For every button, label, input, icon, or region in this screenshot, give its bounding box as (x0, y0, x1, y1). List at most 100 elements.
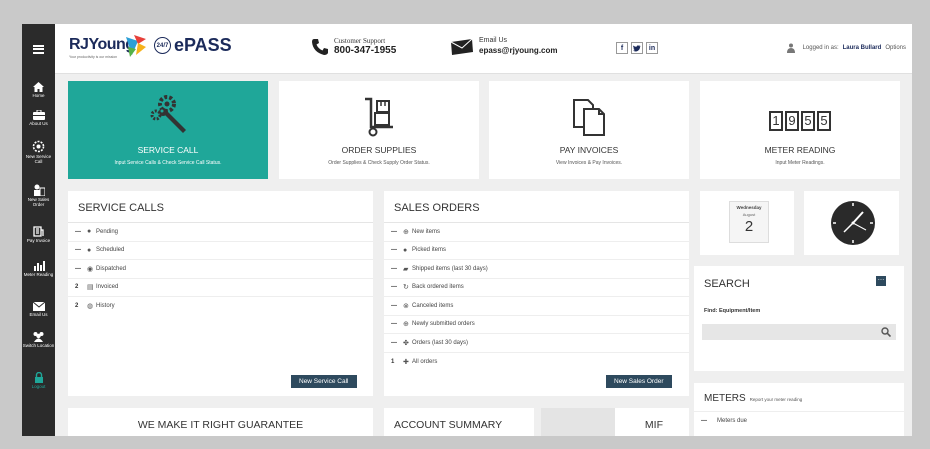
invoice-icon: ▤ (87, 284, 94, 292)
lock-icon (34, 372, 43, 383)
scheduled-icon: ● (87, 246, 92, 254)
meters-title: METERS (704, 393, 746, 404)
menu-toggle-button[interactable] (22, 24, 55, 74)
linkedin-icon[interactable]: in (646, 42, 658, 54)
tile-subtitle: Order Supplies & Check Supply Order Stat… (328, 160, 430, 166)
list-item[interactable]: — ⊕ New items (384, 223, 689, 242)
list-item[interactable]: — ↻ Back ordered items (384, 279, 689, 297)
history-icon: ◍ (87, 303, 94, 311)
facebook-icon[interactable]: f (616, 42, 628, 54)
list-item[interactable]: — ◉ Dispatched (68, 260, 373, 279)
tile-meter-reading[interactable]: 1 9 5 5 METER READING Input Meter Readin… (700, 81, 900, 179)
user-info: Logged in as: Laura Bullard Options (786, 43, 906, 53)
back-order-icon: ↻ (403, 284, 409, 292)
list-item[interactable]: — ● Picked items (384, 242, 689, 260)
logged-in-label: Logged in as: (802, 45, 839, 51)
service-calls-panel: SERVICE CALLS — ● Pending — ● Scheduled — ◉ Di… (68, 191, 373, 396)
list-item[interactable]: 2 ◍ History (68, 297, 373, 316)
list-item[interactable]: — ⊕ Newly submitted orders (384, 316, 689, 334)
support-phone[interactable]: 800-347-1955 (334, 45, 396, 56)
home-icon (33, 82, 44, 92)
check-circle-icon: ● (403, 246, 408, 254)
row-label: Newly submitted orders (412, 321, 475, 328)
calendar-day: 2 (744, 218, 754, 235)
sidebar-item-logout[interactable]: Logout (22, 372, 55, 389)
canceled-icon: ⊗ (403, 302, 409, 310)
email-label: Email Us (479, 37, 508, 44)
twitter-bird-icon (633, 44, 641, 51)
calendar-weekday: Wednesday (736, 205, 762, 210)
briefcase-icon (32, 110, 45, 120)
row-label: Dispatched (96, 265, 127, 272)
support-label: Customer Support (334, 37, 386, 45)
list-item[interactable]: 2 ▤ Invoiced (68, 279, 373, 297)
panel-title: SALES ORDERS (384, 191, 689, 223)
tile-title: SERVICE CALL (137, 145, 199, 155)
list-item[interactable]: — ✤ Orders (last 30 days) (384, 334, 689, 353)
sidebar-item-home[interactable]: Home (22, 82, 55, 98)
dispatched-icon: ◉ (87, 265, 94, 273)
row-count: 1 (391, 358, 395, 365)
guarantee-panel: WE MAKE IT RIGHT GUARANTEE (68, 408, 373, 436)
calendar-month: August (742, 212, 756, 217)
sidebar-item-new-service-call[interactable]: New Service Call (22, 140, 55, 164)
list-item[interactable]: — Meters due (694, 412, 904, 431)
row-label: Meters due (717, 418, 748, 425)
twitter-icon[interactable] (631, 42, 643, 54)
account-summary-extension (541, 408, 615, 436)
sidebar-item-new-sales-order[interactable]: New Sales Order (22, 184, 55, 207)
panel-title: ACCOUNT SUMMARY (394, 419, 503, 431)
meters-subtitle: Report your meter reading (749, 397, 803, 402)
tile-service-call[interactable]: SERVICE CALL Input Service Calls & Check… (68, 81, 268, 179)
sidebar-item-email-us[interactable]: Email Us (22, 302, 55, 317)
list-item[interactable]: 1 ✚ All orders (384, 353, 689, 372)
email-address[interactable]: epass@rjyoung.com (479, 45, 558, 56)
find-label: Find: Equipment/Item (704, 308, 761, 314)
customer-support[interactable]: Customer Support 800-347-1955 (311, 37, 396, 56)
row-count: — (75, 247, 81, 254)
calendar-icon: Wednesday August 2 (729, 201, 769, 243)
new-service-call-button[interactable]: New Service Call (291, 375, 357, 388)
options-link[interactable]: Options (885, 45, 906, 51)
all-orders-icon: ✚ (403, 358, 409, 366)
new-sales-order-button[interactable]: New Sales Order (606, 375, 672, 388)
list-item[interactable]: — ● Scheduled (68, 242, 373, 260)
sidebar-item-about-us[interactable]: About Us (22, 110, 55, 126)
order-form-icon (33, 184, 45, 196)
meter-digit: 1 (769, 111, 783, 131)
sidebar-item-meter-reading[interactable]: Meter Reading (22, 260, 55, 277)
search-input[interactable] (702, 324, 896, 340)
tile-pay-invoices[interactable]: PAY INVOICES View Invoices & Pay Invoice… (489, 81, 689, 179)
list-item[interactable]: — ⊗ Canceled items (384, 297, 689, 316)
pending-icon: ● (87, 228, 92, 236)
more-options-button[interactable]: … (876, 275, 886, 286)
search-icon[interactable] (881, 327, 891, 337)
sales-orders-panel: SALES ORDERS — ⊕ New items — ● Picked items … (384, 191, 689, 396)
bar-chart-icon (33, 261, 45, 271)
row-count: — (391, 265, 397, 272)
row-label: Shipped items (last 30 days) (412, 265, 488, 272)
app-frame: Home About Us New Service Call New Sales… (22, 24, 912, 436)
panel-title: WE MAKE IT RIGHT GUARANTEE (137, 419, 304, 431)
epass-logo: 24/7 ePASS (154, 35, 232, 56)
gear-icon (32, 140, 45, 153)
panel-title: MIF (644, 419, 663, 431)
clock-icon (831, 201, 875, 245)
row-label: Pending (96, 228, 119, 235)
row-label: All orders (412, 358, 438, 365)
search-panel: SEARCH … Find: Equipment/Item (694, 266, 904, 371)
list-item[interactable]: — ● Pending (68, 223, 373, 242)
truck-icon: ▰ (403, 265, 409, 273)
meter-digit: 9 (785, 111, 799, 131)
list-item[interactable]: — ▰ Shipped items (last 30 days) (384, 260, 689, 279)
tile-order-supplies[interactable]: ORDER SUPPLIES Order Supplies & Check Su… (279, 81, 479, 179)
email-contact[interactable]: Email Us epass@rjyoung.com (450, 37, 558, 56)
sidebar-item-label: Meter Reading (23, 272, 54, 277)
social-links: f in (616, 42, 658, 54)
tile-subtitle: View Invoices & Pay Invoices. (555, 160, 623, 166)
sidebar-item-label: Home (32, 93, 45, 98)
sidebar-item-switch-location[interactable]: Switch Location (22, 331, 55, 348)
sidebar-item-label: Pay Invoice (26, 238, 51, 243)
user-icon (786, 43, 795, 53)
sidebar-item-pay-invoice[interactable]: Pay Invoice (22, 226, 55, 243)
